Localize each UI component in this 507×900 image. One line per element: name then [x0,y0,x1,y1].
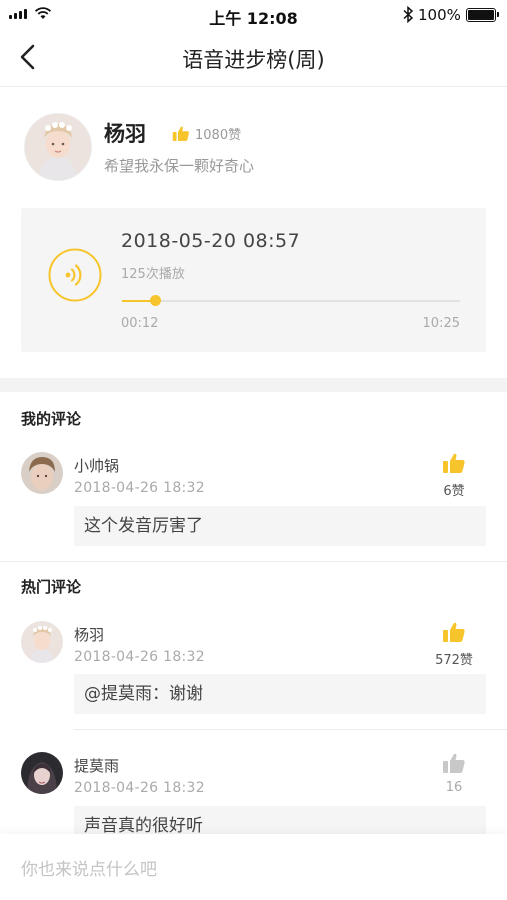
my-comments-title: 我的评论 [21,410,82,428]
section-separator [0,378,507,392]
current-time: 00:12 [121,316,159,331]
comment-like-count: 572赞 [435,653,473,668]
comment-username: 小帅锅 [74,457,120,475]
avatar-image [21,621,63,663]
comment-avatar[interactable] [21,452,63,494]
thumbs-up-icon [443,622,465,642]
comment-text: 这个发音厉害了 [74,506,486,546]
play-count: 125次播放 [121,267,185,282]
comment-like-button[interactable]: 6赞 [424,452,484,499]
comment-username: 杨羽 [74,626,105,644]
status-bar: 上午 12:08 100% [0,0,507,30]
section-divider [0,561,507,562]
recording-date: 2018-05-20 08:57 [121,230,301,252]
comment-like-count: 16 [445,780,463,795]
profile-like-count: 1080赞 [195,128,242,143]
avatar-image [21,752,63,794]
play-button[interactable] [48,248,102,302]
comment-like-button[interactable]: 572赞 [424,621,484,668]
comment-avatar[interactable] [21,621,63,663]
user-bio: 希望我永保一颗好奇心 [104,157,255,175]
bluetooth-icon [403,6,414,23]
comment-input-placeholder: 你也来说点什么吧 [21,860,157,880]
progress-handle[interactable] [150,295,162,306]
thumbs-up-icon [443,753,465,773]
hot-comments-title: 热门评论 [21,578,82,596]
comment-input-bar[interactable]: 你也来说点什么吧 [0,834,507,900]
sound-wave-icon [48,248,102,302]
nav-divider [0,86,507,87]
comment-like-count: 6赞 [443,484,465,499]
audio-card: 2018-05-20 08:57 125次播放 00:12 10:25 [21,208,486,352]
profile-likes: 1080赞 [172,124,241,143]
battery-percent: 100% [418,6,461,24]
comment-text: @提莫雨：谢谢 [74,674,486,714]
user-name: 杨羽 [104,122,146,146]
battery-icon [466,8,499,22]
profile-avatar[interactable] [24,113,92,181]
comment-avatar[interactable] [21,752,63,794]
thumbs-up-icon [172,126,189,141]
page-title: 语音进步榜(周) [182,48,325,72]
comment-time: 2018-04-26 18:32 [74,649,205,665]
comment-time: 2018-04-26 18:32 [74,780,205,796]
thumbs-up-icon [443,453,465,473]
total-time: 10:25 [422,316,460,331]
avatar-image [25,114,91,180]
comment-time: 2018-04-26 18:32 [74,480,205,496]
comment-like-button[interactable]: 16 [424,752,484,795]
progress-track[interactable] [122,300,460,302]
comment-username: 提莫雨 [74,757,120,775]
comment-divider [74,729,507,730]
avatar-image [21,452,63,494]
